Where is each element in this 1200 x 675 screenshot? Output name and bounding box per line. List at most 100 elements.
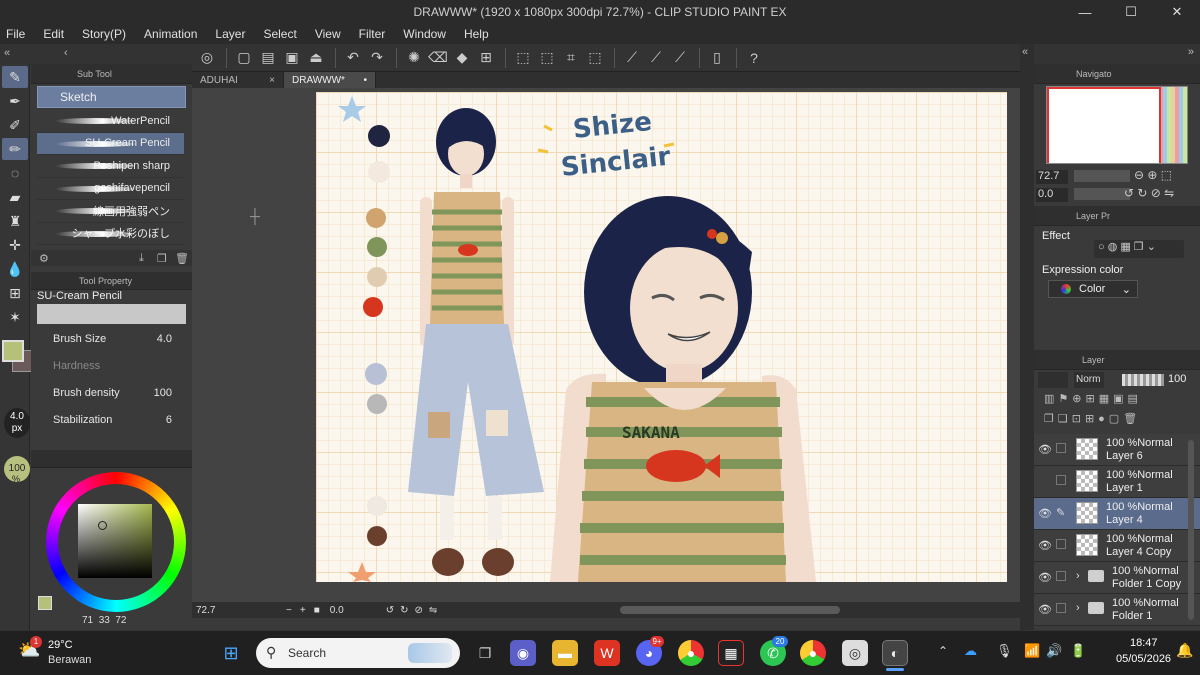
export-icon[interactable]: ⏏ — [305, 47, 327, 69]
horizontal-scrollbar[interactable] — [620, 606, 840, 614]
fill-icon[interactable]: ◆ — [451, 47, 473, 69]
close-button[interactable]: ✕ — [1154, 0, 1200, 24]
chevron-right-icon[interactable]: › — [1076, 570, 1080, 582]
brush-density-value[interactable]: 100 — [154, 387, 172, 399]
menu-story[interactable]: Story(P) — [82, 27, 126, 41]
blend-tool-icon[interactable]: 💧 — [2, 258, 28, 280]
lasso-tool-icon[interactable]: ◌ — [2, 162, 28, 184]
move-tool-icon[interactable]: ✛ — [2, 234, 28, 256]
redo-icon[interactable]: ↷ — [366, 47, 388, 69]
zoom-fit-icon[interactable]: ■ — [314, 605, 320, 616]
close-tab-icon[interactable]: × — [269, 75, 275, 86]
download-icon[interactable]: ⤓ — [139, 252, 144, 265]
menu-help[interactable]: Help — [464, 27, 489, 41]
save-icon[interactable]: ▣ — [281, 47, 303, 69]
lock-toggle[interactable] — [1056, 571, 1066, 581]
clock-time[interactable]: 18:47 — [1130, 637, 1158, 649]
copy-icon[interactable]: ❐ — [157, 252, 167, 265]
folder-row[interactable]: 👁 › 100 %Normal Folder 1 Copy — [1034, 562, 1200, 594]
navigator-zoom-slider[interactable] — [1074, 170, 1130, 182]
navigator-zoom-controls[interactable]: ⊖ ⊕ ⬚ — [1134, 168, 1172, 182]
menu-animation[interactable]: Animation — [144, 27, 197, 41]
selection-icon[interactable]: ⬚ — [584, 47, 606, 69]
microsoft-store-icon[interactable]: ▦ — [718, 640, 744, 666]
special-ruler-snap-icon[interactable]: ⟋ — [645, 47, 667, 69]
zoom-in-button[interactable]: + — [300, 605, 306, 616]
clear-icon[interactable]: ⌫ — [427, 47, 449, 69]
battery-icon[interactable]: 🔋 — [1070, 643, 1086, 659]
brush-item[interactable]: Poshipen sharp — [37, 155, 184, 178]
lock-toggle[interactable] — [1056, 603, 1066, 613]
airbrush-tool-icon[interactable]: ✏ — [2, 138, 28, 160]
layer-actions-icons[interactable]: ❐❑⊡⊞●▢🗑 — [1044, 412, 1141, 425]
invert-selection-icon[interactable]: ⬚ — [536, 47, 558, 69]
microphone-icon[interactable]: 🎙 — [996, 643, 1013, 659]
open-file-icon[interactable]: ▤ — [257, 47, 279, 69]
navigator-angle-slider[interactable] — [1074, 188, 1130, 200]
layer-row[interactable]: 👁 100 %Normal Layer 4 Copy — [1034, 530, 1200, 562]
lock-toggle[interactable] — [1056, 443, 1066, 453]
zoom-value[interactable]: 72.7 — [196, 605, 246, 616]
menu-select[interactable]: Select — [263, 27, 296, 41]
brush-tool-icon[interactable]: ✐ — [2, 114, 28, 136]
collapse-right-icon[interactable]: » — [1188, 46, 1194, 58]
menu-window[interactable]: Window — [403, 27, 446, 41]
transform-icon[interactable]: ⊞ — [475, 47, 497, 69]
stabilization-value[interactable]: 6 — [166, 414, 172, 426]
ruler-snap-icon[interactable]: ⟋ — [621, 47, 643, 69]
clip-studio-taskbar-icon[interactable]: ◎ — [842, 640, 868, 666]
current-color-swatch[interactable] — [38, 596, 52, 610]
brush-item[interactable]: SU-Cream Pencil — [37, 132, 184, 155]
layer-row[interactable]: 👁 100 %Normal Layer 6 — [1034, 434, 1200, 466]
brush-size-row[interactable]: Brush Size 4.0 — [31, 327, 192, 351]
brush-item[interactable]: WaterPencil — [37, 110, 184, 133]
teams-icon[interactable]: ◉ — [510, 640, 536, 666]
stabilization-row[interactable]: Stabilization 6 — [31, 408, 192, 432]
navigator-zoom[interactable]: 72.7 — [1036, 170, 1068, 184]
subtool-group-sketch[interactable]: Sketch — [37, 86, 186, 108]
brush-item[interactable]: goshifavepencil — [37, 178, 184, 200]
lock-toggle[interactable] — [1056, 539, 1066, 549]
brush-density-row[interactable]: Brush density 100 — [31, 381, 192, 405]
pencil-tool-icon[interactable]: ✎ — [2, 66, 28, 88]
expression-color-dropdown[interactable]: Color ⌄ — [1048, 280, 1138, 298]
menu-view[interactable]: View — [315, 27, 341, 41]
rotate-right-icon[interactable]: ↻ — [400, 605, 408, 616]
layer-opacity-value[interactable]: 100 — [1168, 373, 1186, 385]
sparkle-tool-icon[interactable]: ✶ — [2, 306, 28, 328]
menu-layer[interactable]: Layer — [215, 27, 245, 41]
blend-mode-dropdown[interactable]: Norm — [1074, 372, 1104, 388]
chrome-icon[interactable]: ● — [678, 640, 704, 666]
taskbar-search[interactable]: ⚲ Search — [256, 638, 460, 668]
reset-rotation-icon[interactable]: ⊘ — [415, 605, 423, 616]
tab-drawww[interactable]: DRAWWW* • — [284, 72, 376, 88]
chrome-profile-icon[interactable]: ● — [800, 640, 826, 666]
chevron-right-icon[interactable]: › — [1076, 602, 1080, 614]
lock-toggle[interactable] — [1056, 475, 1066, 485]
help-icon[interactable]: ? — [743, 47, 765, 69]
navigator-angle[interactable]: 0.0 — [1036, 188, 1068, 202]
layer-toolbar-icons[interactable]: ▥⚑⊕⊞▦▣▤ — [1044, 392, 1142, 405]
angle-value[interactable]: 0.0 — [330, 605, 380, 616]
zoom-out-button[interactable]: − — [286, 605, 292, 616]
navigator-thumbnail[interactable] — [1046, 86, 1188, 164]
expand-right-icon[interactable]: « — [1022, 46, 1028, 58]
task-view-icon[interactable]: ❐ — [472, 640, 498, 666]
eye-icon[interactable]: 👁 — [1038, 571, 1052, 584]
eye-icon[interactable]: 👁 — [1038, 443, 1052, 456]
menu-file[interactable]: File — [6, 27, 25, 41]
hardness-row[interactable]: Hardness — [31, 354, 192, 378]
smartphone-icon[interactable]: ▯ — [706, 47, 728, 69]
tab-aduhai[interactable]: ADUHAI × — [192, 72, 284, 88]
layer-row-selected[interactable]: 👁 ✎ 100 %Normal Layer 4 — [1034, 498, 1200, 530]
chevron-left-icon[interactable]: ‹ — [64, 47, 68, 59]
weather-temp[interactable]: 29°C — [48, 639, 73, 651]
wifi-icon[interactable]: 📶 — [1024, 643, 1040, 659]
effect-buttons[interactable]: ○ ◍ ▦ ❐ ⌄ — [1094, 240, 1184, 258]
layer-color-button[interactable] — [1038, 372, 1068, 388]
onedrive-icon[interactable]: ☁ — [964, 643, 977, 659]
undo-icon[interactable]: ↶ — [342, 47, 364, 69]
rotate-left-icon[interactable]: ↺ — [386, 605, 394, 616]
layer-scrollbar[interactable] — [1188, 440, 1194, 620]
crop-icon[interactable]: ⌗ — [560, 47, 582, 69]
